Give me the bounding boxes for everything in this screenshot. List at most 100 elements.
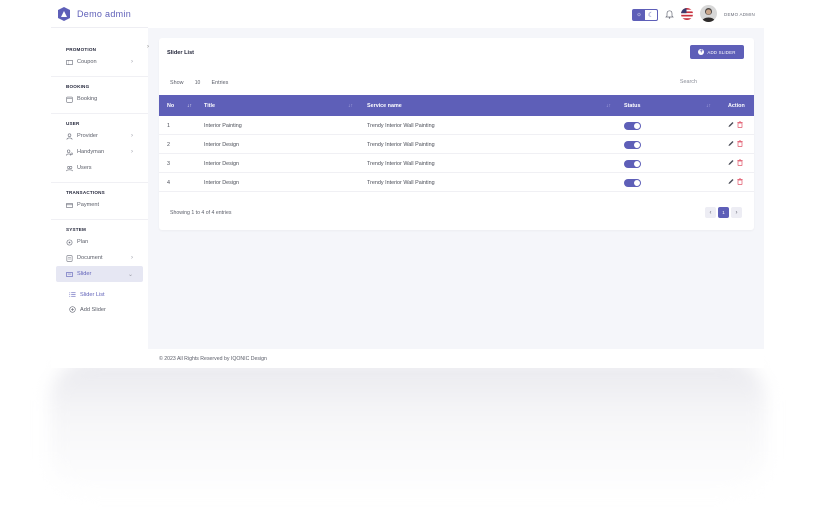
plan-icon [66,239,73,245]
add-slider-label: ADD SLIDER [707,49,736,55]
bell-icon[interactable] [665,9,674,19]
add-slider-button[interactable]: + ADD SLIDER [690,45,744,59]
user-icon [66,132,73,140]
status-toggle[interactable] [624,141,641,149]
cell-service: Trendy Interior Wall Painting [367,180,435,186]
sidebar-item-label: Handyman [77,149,105,155]
brand-logo-icon [58,6,70,21]
edit-icon[interactable] [728,159,734,166]
sidebar-item-label: Provider [77,133,98,139]
entries-select[interactable]: 10 [190,78,206,88]
sidebar-item-plan[interactable]: Plan [51,234,148,250]
sidebar-item-handyman[interactable]: Handyman › [51,144,148,160]
sidebar-section-promotion: PROMOTION Coupon › [51,40,148,77]
status-toggle[interactable] [624,122,641,130]
edit-icon[interactable] [728,178,734,185]
us-flag-icon[interactable] [681,8,693,20]
status-toggle[interactable] [624,179,641,187]
cell-title: Interior Design [204,180,240,186]
search-label[interactable]: Search [680,79,697,85]
cell-no: 4 [167,180,170,186]
prev-page-button[interactable]: ‹ [705,207,716,218]
moon-icon[interactable]: ☾ [645,10,657,20]
cell-no: 3 [167,161,170,167]
page-button-current[interactable]: 1 [718,207,729,218]
sidebar-item-label: Plan [77,239,89,245]
plus-circle-icon: + [698,49,705,55]
column-header-title[interactable]: Title [204,103,215,109]
brand-name: Demo admin [77,8,132,19]
sidebar-item-label: Payment [77,202,100,208]
sort-icon[interactable]: ↓↑ [606,103,611,109]
sort-asc-icon[interactable]: ↓↑ [187,103,192,109]
brand[interactable]: Demo admin [51,0,148,28]
page-shadow [50,360,766,500]
chevron-right-icon: › [131,59,133,65]
sort-icon[interactable]: ↓↑ [348,103,353,109]
sidebar-section-booking: BOOKING Booking [51,77,148,114]
card-icon [66,202,73,208]
theme-toggle[interactable]: ☼ ☾ [632,9,658,21]
sun-icon[interactable]: ☼ [633,10,645,20]
sidebar-subitem-add-slider[interactable]: Add Slider [51,302,148,317]
sidebar-nav: PROMOTION Coupon › BOOKING Booking USER [51,40,148,323]
app-window: Demo admin › PROMOTION Coupon › BOOKING … [51,0,764,368]
sidebar-item-slider[interactable]: Slider ⌄ [56,266,143,282]
delete-icon[interactable] [737,159,743,166]
sidebar-item-coupon[interactable]: Coupon › [51,54,148,70]
sidebar-item-users[interactable]: Users [51,160,148,176]
section-title: USER [66,121,80,126]
user-name[interactable]: DEMO ADMIN [724,12,755,17]
table-row: 4 Interior Design Trendy Interior Wall P… [159,173,754,192]
edit-icon[interactable] [728,140,734,147]
next-page-button[interactable]: › [731,207,742,218]
column-header-service[interactable]: Service name [367,103,402,109]
cell-title: Interior Design [204,161,240,167]
sidebar: Demo admin › PROMOTION Coupon › BOOKING … [51,0,149,368]
sidebar-item-label: Coupon [77,59,97,65]
document-icon [66,254,73,262]
page-footer: © 2023 All Rights Reserved by IQONIC Des… [148,349,764,368]
cell-service: Trendy Interior Wall Painting [367,142,435,148]
status-toggle[interactable] [624,160,641,168]
top-header: ☼ ☾ DEMO ADMIN [148,0,764,28]
delete-icon[interactable] [737,121,743,128]
cell-service: Trendy Interior Wall Painting [367,161,435,167]
add-circle-icon [69,306,76,313]
sort-icon[interactable]: ↓↑ [706,103,711,109]
table-row: 2 Interior Design Trendy Interior Wall P… [159,135,754,154]
cell-no: 1 [167,123,170,129]
column-header-status[interactable]: Status [624,103,640,109]
list-icon [69,292,76,297]
sidebar-subitem-label: Slider List [80,291,105,298]
sidebar-item-document[interactable]: Document › [51,250,148,266]
user-gear-icon [66,149,73,156]
edit-icon[interactable] [728,121,734,128]
slider-table: No ↓↑ Title ↓↑ Service name ↓↑ Status ↓↑… [159,95,754,192]
sidebar-item-label: Document [77,255,103,261]
sidebar-subitem-slider-list[interactable]: Slider List [51,287,148,302]
delete-icon[interactable] [737,178,743,185]
table-header: No ↓↑ Title ↓↑ Service name ↓↑ Status ↓↑… [159,95,754,116]
cell-title: Interior Design [204,142,240,148]
users-icon [66,165,73,171]
sidebar-subitem-label: Add Slider [80,306,106,313]
sidebar-item-payment[interactable]: Payment [51,197,148,213]
sidebar-item-provider[interactable]: Provider › [51,128,148,144]
entries-length-control: Show 10 Entries [170,78,228,88]
table-row: 1 Interior Painting Trendy Interior Wall… [159,116,754,135]
delete-icon[interactable] [737,140,743,147]
section-title: TRANSACTIONS [66,190,105,195]
show-label: Show [170,80,184,86]
calendar-icon [66,96,73,103]
cell-title: Interior Painting [204,123,242,129]
column-header-no[interactable]: No [167,103,174,109]
copyright-text: © 2023 All Rights Reserved by IQONIC Des… [159,356,267,362]
sidebar-item-label: Users [77,165,92,171]
sidebar-section-user: USER Provider › Handyman › Users [51,114,148,183]
chevron-right-icon: › [131,149,133,155]
section-title: SYSTEM [66,227,87,232]
chevron-down-icon: ⌄ [127,272,133,278]
avatar[interactable] [700,5,717,22]
sidebar-item-booking[interactable]: Booking [51,91,148,107]
